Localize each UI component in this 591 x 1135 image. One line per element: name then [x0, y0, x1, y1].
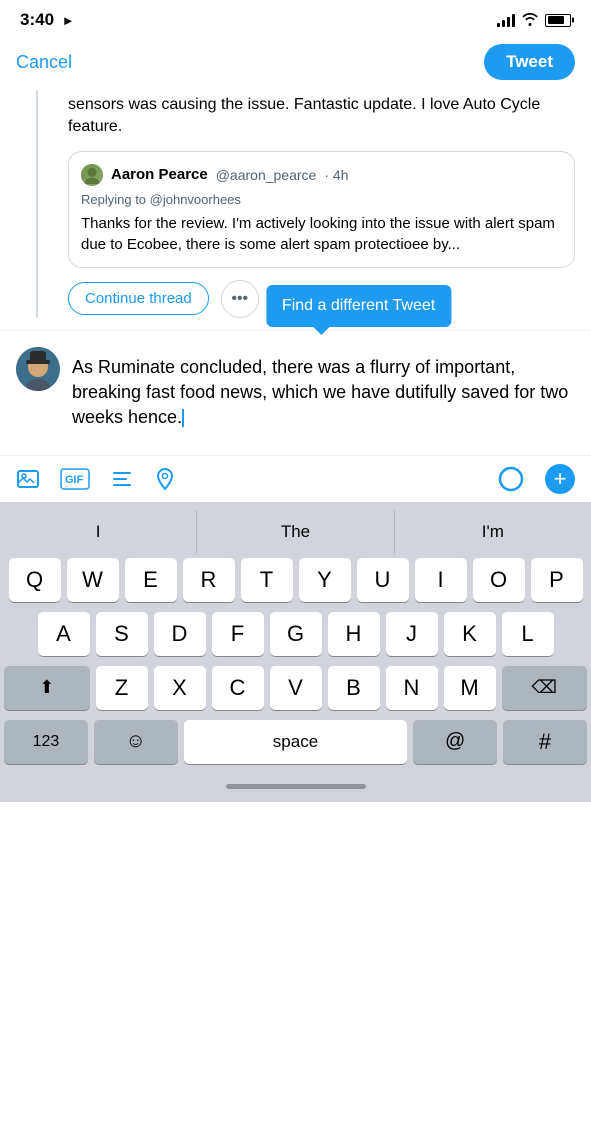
gif-icon[interactable]: GIF: [60, 468, 90, 490]
key-w[interactable]: W: [67, 558, 119, 602]
text-cursor: [182, 409, 184, 427]
key-r[interactable]: R: [183, 558, 235, 602]
key-row-2: A S D F G H J K L: [4, 612, 587, 656]
key-i[interactable]: I: [415, 558, 467, 602]
key-f[interactable]: F: [212, 612, 264, 656]
key-row-3: ⬆ Z X C V B N M ⌫: [4, 666, 587, 710]
top-bar: Cancel Tweet: [0, 36, 591, 90]
replying-to-label: Replying to @johnvoorhees: [81, 192, 562, 207]
wifi-icon: [521, 12, 539, 29]
key-rows: Q W E R T Y U I O P A S D F G H J K L ⬆ …: [0, 554, 591, 710]
image-icon[interactable]: [16, 467, 40, 491]
key-x[interactable]: X: [154, 666, 206, 710]
key-l[interactable]: L: [502, 612, 554, 656]
key-b[interactable]: B: [328, 666, 380, 710]
cancel-button[interactable]: Cancel: [16, 48, 72, 77]
keyboard: I The I'm Q W E R T Y U I O P A S D F G …: [0, 502, 591, 802]
status-bar: 3:40 ►: [0, 0, 591, 36]
at-key[interactable]: @: [413, 720, 497, 764]
space-key[interactable]: space: [184, 720, 408, 764]
keyboard-bottom-row: 123 ☺ space @ #: [0, 720, 591, 772]
shift-key[interactable]: ⬆: [4, 666, 90, 710]
quoted-author-name: Aaron Pearce: [111, 166, 208, 183]
key-s[interactable]: S: [96, 612, 148, 656]
compose-toolbar: GIF +: [0, 455, 591, 502]
thread-icon[interactable]: [110, 467, 134, 491]
quoted-time: · 4h: [324, 167, 348, 183]
new-tweet-area: As Ruminate concluded, there was a flurr…: [0, 335, 591, 455]
key-z[interactable]: Z: [96, 666, 148, 710]
progress-circle: [497, 465, 525, 493]
svg-text:GIF: GIF: [65, 474, 84, 486]
key-o[interactable]: O: [473, 558, 525, 602]
numbers-key[interactable]: 123: [4, 720, 88, 764]
hash-key[interactable]: #: [503, 720, 587, 764]
thread-container: sensors was causing the issue. Fantastic…: [0, 90, 591, 318]
key-q[interactable]: Q: [9, 558, 61, 602]
key-t[interactable]: T: [241, 558, 293, 602]
more-options-button[interactable]: •••: [221, 280, 259, 318]
key-y[interactable]: Y: [299, 558, 351, 602]
key-h[interactable]: H: [328, 612, 380, 656]
autocorrect-option-1[interactable]: I: [0, 510, 197, 554]
signal-bars-icon: [497, 13, 515, 27]
autocorrect-bar: I The I'm: [0, 510, 591, 554]
tweet-continuation-text: sensors was causing the issue. Fantastic…: [16, 90, 575, 151]
key-g[interactable]: G: [270, 612, 322, 656]
status-time: 3:40 ►: [20, 10, 75, 30]
key-j[interactable]: J: [386, 612, 438, 656]
tweet-input[interactable]: As Ruminate concluded, there was a flurr…: [72, 347, 575, 443]
add-tweet-button[interactable]: +: [545, 464, 575, 494]
tweet-button[interactable]: Tweet: [484, 44, 575, 80]
key-v[interactable]: V: [270, 666, 322, 710]
status-icons: [497, 12, 571, 29]
home-indicator: [0, 772, 591, 802]
user-avatar: [16, 347, 60, 391]
battery-icon: [545, 14, 571, 27]
find-different-tweet-tooltip[interactable]: Find a different Tweet: [266, 285, 451, 327]
key-a[interactable]: A: [38, 612, 90, 656]
key-k[interactable]: K: [444, 612, 496, 656]
key-u[interactable]: U: [357, 558, 409, 602]
key-e[interactable]: E: [125, 558, 177, 602]
quoted-author-handle: @aaron_pearce: [216, 167, 317, 183]
quoted-tweet-text: Thanks for the review. I'm actively look…: [81, 213, 562, 255]
divider: [0, 330, 591, 331]
quoted-avatar: [81, 164, 103, 186]
key-d[interactable]: D: [154, 612, 206, 656]
autocorrect-option-2[interactable]: The: [197, 510, 394, 554]
key-c[interactable]: C: [212, 666, 264, 710]
home-bar: [226, 784, 366, 789]
delete-key[interactable]: ⌫: [502, 666, 588, 710]
quoted-tweet-header: Aaron Pearce @aaron_pearce · 4h: [81, 164, 562, 186]
autocorrect-option-3[interactable]: I'm: [395, 510, 591, 554]
key-n[interactable]: N: [386, 666, 438, 710]
key-p[interactable]: P: [531, 558, 583, 602]
emoji-key[interactable]: ☺: [94, 720, 178, 764]
continue-thread-button[interactable]: Continue thread: [68, 282, 209, 315]
quoted-tweet: Aaron Pearce @aaron_pearce · 4h Replying…: [68, 151, 575, 268]
key-m[interactable]: M: [444, 666, 496, 710]
key-row-1: Q W E R T Y U I O P: [4, 558, 587, 602]
location-icon[interactable]: [154, 467, 176, 491]
